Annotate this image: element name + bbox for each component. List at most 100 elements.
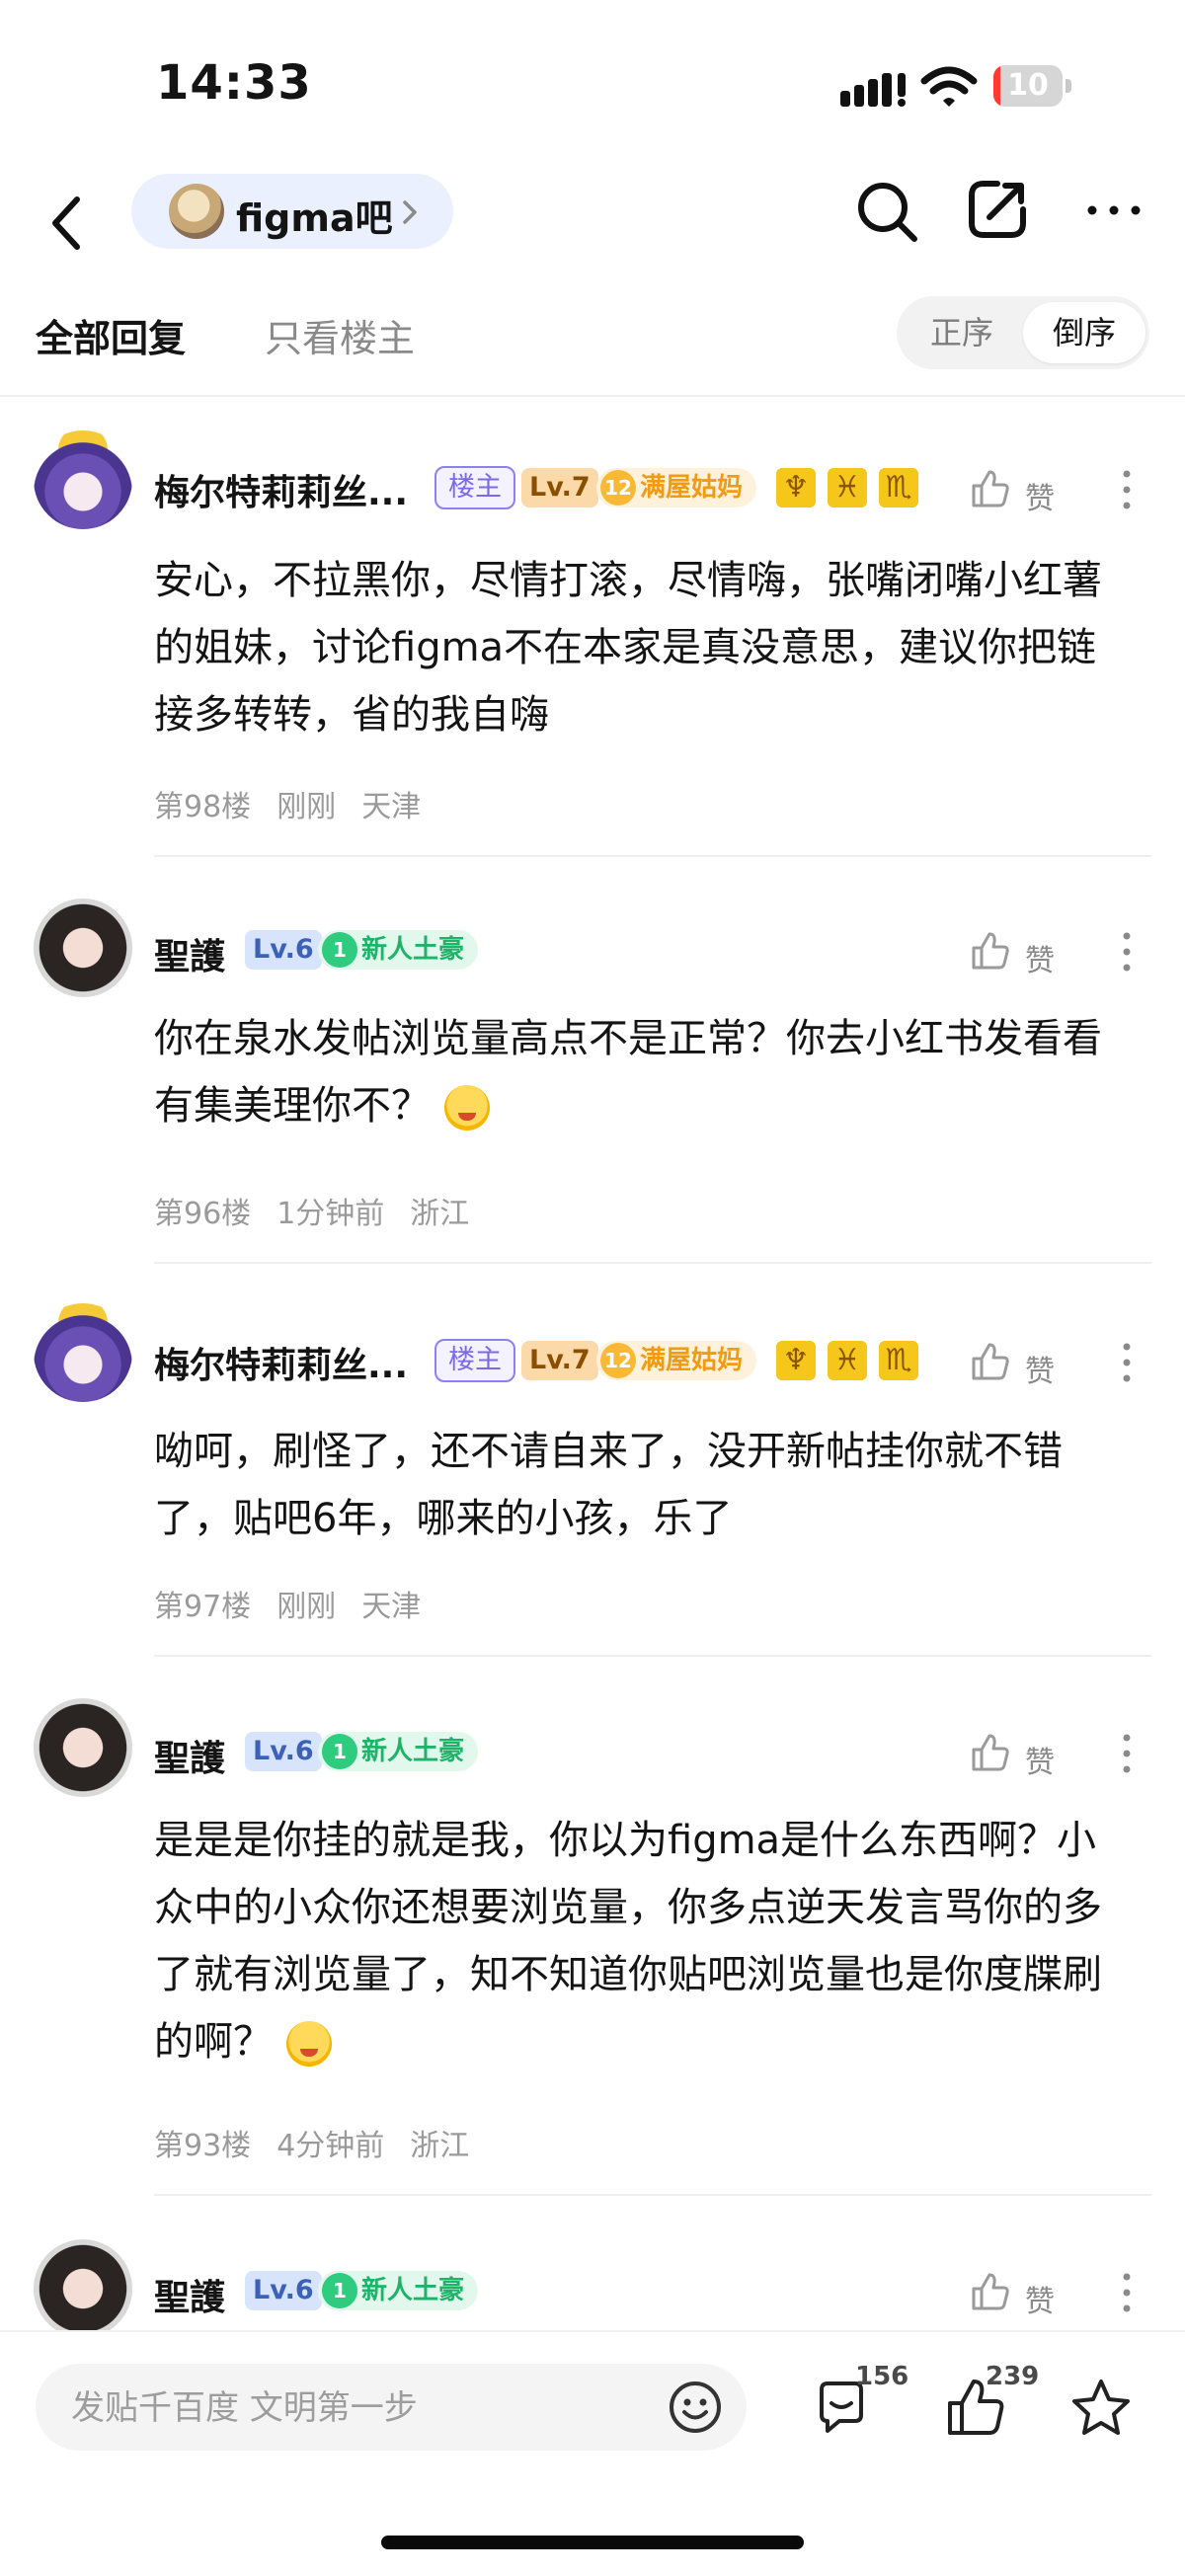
forum-avatar [169, 184, 224, 239]
forum-entry-button[interactable]: figma吧 [131, 174, 453, 249]
title-badge-label: 满屋姑妈 [640, 473, 744, 503]
username[interactable]: 梅尔特莉莉丝... [154, 464, 408, 515]
avatar[interactable] [34, 898, 132, 997]
level-badge: Lv.6 [245, 1732, 322, 1771]
like-icon[interactable] [970, 2271, 1011, 2312]
title-badge: 1 新人土豪 [318, 930, 479, 970]
battery-icon: 10 [993, 65, 1072, 107]
emoji-icon [444, 1085, 490, 1131]
reply-content: 呦呵，刷怪了，还不请自来了，没开新帖挂你就不错了，贴吧6年，哪来的小孩，乐了 [154, 1429, 1063, 1541]
username[interactable]: 聖護 [154, 928, 225, 979]
title-badge-level: 1 [322, 2273, 357, 2308]
zodiac-badge: ♓ [828, 1341, 867, 1380]
chevron-right-icon [403, 200, 417, 224]
divider [154, 1262, 1151, 1264]
username[interactable]: 梅尔特莉莉丝... [154, 1337, 408, 1388]
reply-meta: 第98楼 刚刚 天津 [154, 782, 446, 825]
reply-meta: 第97楼 刚刚 天津 [154, 1582, 446, 1625]
reply-meta: 第93楼 4分钟前 浙江 [154, 2121, 495, 2164]
forum-name: figma吧 [236, 196, 393, 240]
like-label[interactable]: 赞 [1025, 2277, 1055, 2320]
avatar[interactable] [34, 430, 132, 529]
level-badge: Lv.7 [521, 1341, 598, 1380]
sort-order-toggle: 正序 倒序 [897, 296, 1149, 369]
title-badge: 1 新人土豪 [318, 1732, 479, 1771]
avatar[interactable] [34, 1303, 132, 1402]
title-badge-label: 满屋姑妈 [640, 1346, 744, 1375]
emoji-picker-icon[interactable] [668, 2380, 723, 2435]
wifi-icon [920, 66, 978, 107]
tab-only-host[interactable]: 只看楼主 [265, 308, 415, 362]
reply-location: 天津 [361, 1590, 422, 1624]
sort-descending-button[interactable]: 倒序 [1023, 302, 1146, 363]
username[interactable]: 聖護 [154, 2269, 225, 2320]
divider [154, 2194, 1151, 2196]
title-badge: 12 满屋姑妈 [596, 468, 757, 507]
avatar[interactable] [34, 1698, 132, 1797]
more-options-icon[interactable] [1120, 930, 1134, 974]
title-badge-level: 1 [322, 1734, 357, 1769]
floor-number: 第97楼 [154, 1590, 252, 1624]
favorite-star-icon[interactable] [1068, 2376, 1134, 2439]
reply-content: 安心，不拉黑你，尽情打滚，尽情嗨，张嘴闭嘴小红薯的姐妹，讨论figma不在本家是… [154, 558, 1102, 738]
emoji-icon [286, 2021, 332, 2067]
like-icon[interactable] [970, 1341, 1011, 1382]
like-icon[interactable] [970, 468, 1011, 509]
reply-meta: 第96楼 1分钟前 浙江 [154, 1189, 495, 1232]
host-badge: 楼主 [434, 466, 515, 509]
divider [154, 1655, 1151, 1657]
title-badge-label: 新人土豪 [361, 1737, 465, 1766]
host-badge: 楼主 [434, 1339, 515, 1382]
title-badge-label: 新人土豪 [361, 935, 465, 965]
share-icon[interactable] [962, 174, 1033, 245]
reply-location: 天津 [361, 790, 422, 824]
search-icon[interactable] [851, 176, 922, 247]
home-indicator[interactable] [381, 2536, 804, 2549]
more-options-icon[interactable] [1120, 2271, 1134, 2314]
like-label[interactable]: 赞 [1025, 474, 1055, 517]
reply-input[interactable] [69, 2364, 646, 2453]
reply-content: 是是是你挂的就是我，你以为figma是什么东西啊？小众中的小众你还想要浏览量，你… [154, 1807, 1132, 2075]
reply-input-box[interactable] [36, 2364, 747, 2453]
more-options-icon[interactable] [1120, 1732, 1134, 1775]
comment-count: 156 [855, 2362, 909, 2391]
reply-location: 浙江 [410, 2129, 470, 2163]
like-label[interactable]: 赞 [1025, 1347, 1055, 1390]
floor-number: 第93楼 [154, 2129, 252, 2163]
title-badge-level: 1 [322, 932, 357, 968]
more-options-icon[interactable] [1086, 197, 1142, 223]
more-options-icon[interactable] [1120, 1341, 1134, 1384]
floor-number: 第98楼 [154, 790, 252, 824]
divider [0, 395, 1185, 397]
sort-ascending-button[interactable]: 正序 [901, 302, 1023, 363]
like-label[interactable]: 赞 [1025, 936, 1055, 979]
reply-time: 刚刚 [276, 790, 337, 824]
status-time: 14:33 [156, 55, 312, 111]
like-label[interactable]: 赞 [1025, 1738, 1055, 1781]
zodiac-badge: ♆ [776, 1341, 816, 1380]
like-icon[interactable] [970, 930, 1011, 972]
level-badge: Lv.6 [245, 930, 322, 970]
level-badge: Lv.6 [245, 2271, 322, 2310]
avatar[interactable] [34, 2239, 132, 2338]
tab-all-replies[interactable]: 全部回复 [36, 308, 186, 362]
more-options-icon[interactable] [1120, 468, 1134, 511]
level-badge: Lv.7 [521, 468, 598, 507]
back-button[interactable] [43, 186, 93, 261]
zodiac-badge: ♏ [879, 1341, 918, 1380]
battery-level-text: 10 [1007, 68, 1049, 103]
title-badge-label: 新人土豪 [361, 2276, 465, 2305]
floor-number: 第96楼 [154, 1197, 252, 1231]
reply-location: 浙江 [410, 1197, 470, 1231]
title-badge: 12 满屋姑妈 [596, 1341, 757, 1380]
zodiac-badge: ♏ [879, 468, 918, 507]
like-count: 239 [986, 2362, 1040, 2391]
reply-time: 刚刚 [276, 1590, 337, 1624]
username[interactable]: 聖護 [154, 1730, 225, 1781]
title-badge: 1 新人土豪 [318, 2271, 479, 2310]
divider [154, 855, 1151, 857]
title-badge-level: 12 [600, 470, 636, 506]
title-badge-level: 12 [600, 1343, 636, 1378]
cellular-signal-icon [840, 73, 906, 107]
like-icon[interactable] [970, 1732, 1011, 1773]
